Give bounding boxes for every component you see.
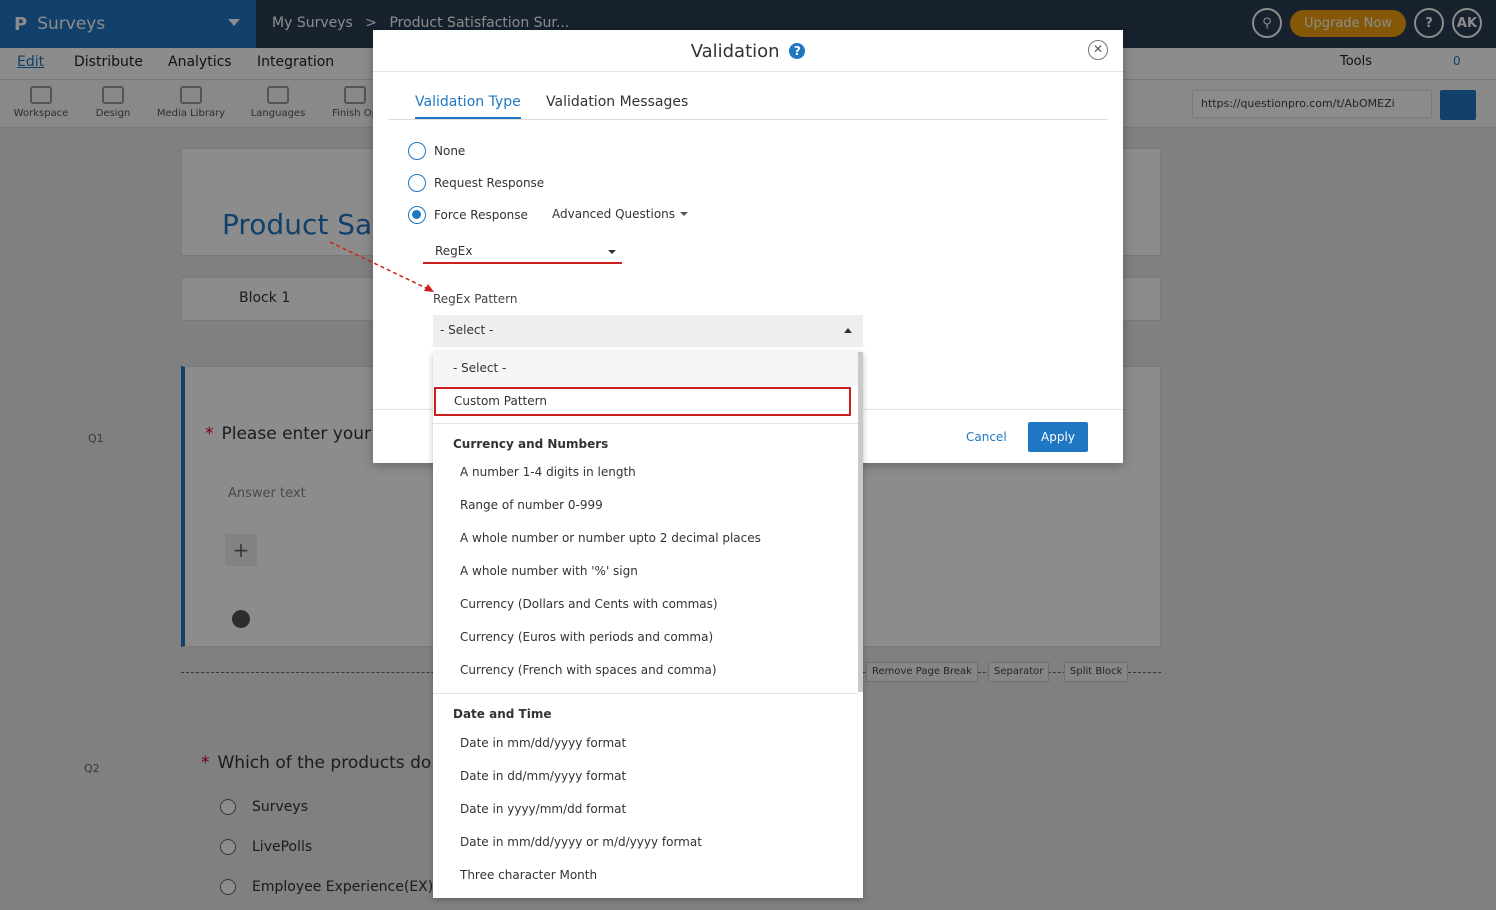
list-item[interactable]: Date in yyyy/mm/dd format bbox=[460, 802, 626, 816]
list-item[interactable]: Currency (Euros with periods and comma) bbox=[460, 630, 713, 644]
list-item[interactable]: Date in dd/mm/yyyy format bbox=[460, 769, 626, 783]
group-currency-and-numbers: Currency and Numbers bbox=[453, 437, 609, 451]
list-item[interactable]: Date in mm/dd/yyyy or m/d/yyyy format bbox=[460, 835, 702, 849]
listbox-scrollbar[interactable] bbox=[858, 352, 863, 692]
list-item-select[interactable]: - Select - bbox=[433, 352, 863, 386]
list-item[interactable]: A whole number with '%' sign bbox=[460, 564, 638, 578]
list-item[interactable]: Three character Month bbox=[460, 868, 597, 882]
list-item[interactable]: Date in mm/dd/yyyy format bbox=[460, 736, 626, 750]
list-item[interactable]: A whole number or number upto 2 decimal … bbox=[460, 531, 761, 545]
list-item[interactable]: Currency (Dollars and Cents with commas) bbox=[460, 597, 718, 611]
list-item[interactable]: A number 1-4 digits in length bbox=[460, 465, 636, 479]
list-item-custom-pattern[interactable]: Custom Pattern bbox=[434, 387, 851, 416]
list-item[interactable]: Currency (French with spaces and comma) bbox=[460, 663, 717, 677]
list-divider bbox=[433, 693, 858, 694]
regex-pattern-listbox: - Select - Custom Pattern Currency and N… bbox=[433, 352, 863, 898]
list-item[interactable]: Range of number 0-999 bbox=[460, 498, 603, 512]
list-divider bbox=[433, 423, 858, 424]
group-date-and-time: Date and Time bbox=[453, 707, 552, 721]
